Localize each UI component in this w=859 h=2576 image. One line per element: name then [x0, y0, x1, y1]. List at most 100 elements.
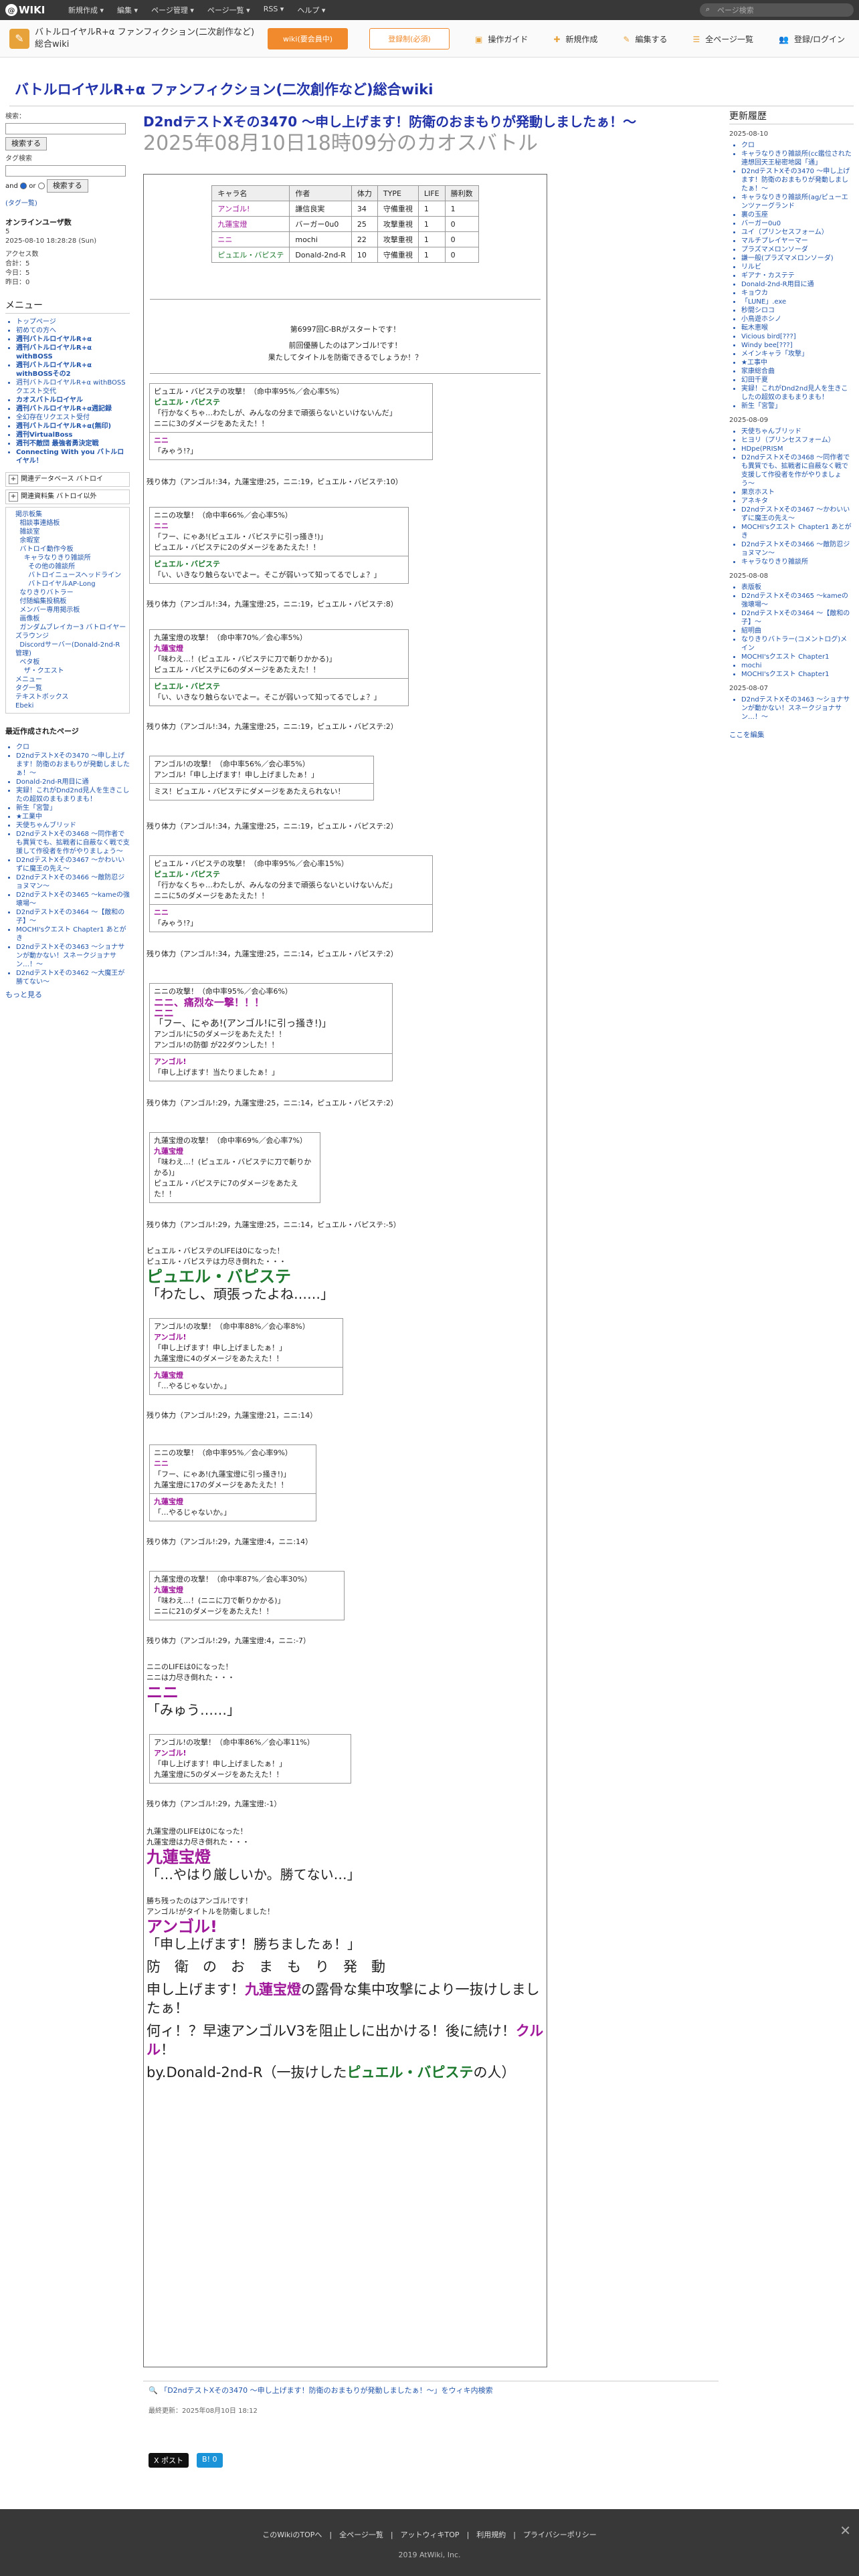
tree-item[interactable]: メンバー専用掲示板	[15, 606, 126, 615]
update-item[interactable]: 実録！これがDnd2nd見人を生きこしたの超奴のまもまりまも！	[741, 385, 854, 402]
edit-link[interactable]: ここを編集	[729, 731, 854, 740]
update-item[interactable]: ユイ（プリンセスフォーム）	[741, 228, 854, 237]
tag-search-input[interactable]	[5, 165, 126, 177]
tree-item[interactable]: 雑談室	[15, 528, 126, 536]
recent-item[interactable]: D2ndテストXその3465 〜kameの強壊場〜	[16, 891, 130, 908]
menu-page-list[interactable]: ページ一覧 ▾	[207, 5, 250, 15]
recent-item[interactable]: 天使ちゃんブリッド	[16, 821, 130, 830]
update-item[interactable]: バーガー0u0	[741, 219, 854, 228]
update-item[interactable]: D2ndテストXその3467 〜かわいいずに魔王の先え〜	[741, 506, 854, 523]
tree-item[interactable]: 相談事連絡板	[15, 519, 126, 528]
update-item[interactable]: 紹明曲	[741, 627, 854, 635]
update-item[interactable]: 「LUNE」.exe	[741, 298, 854, 306]
atwiki-logo[interactable]: @ WIKI	[0, 0, 59, 20]
more-link[interactable]: もっと見る	[5, 990, 130, 1000]
update-item[interactable]: 裏の玉座	[741, 211, 854, 219]
recent-item[interactable]: D2ndテストXその3464 〜【敵和の子】〜	[16, 908, 130, 926]
site-name[interactable]: バトルロイヤルR+α ファンフィクション(二次創作など)総合wiki	[35, 27, 256, 51]
recent-item[interactable]: D2ndテストXその3463 〜ショナサンが動かない！スネークジョナサン…！〜	[16, 943, 130, 969]
update-item[interactable]: なりきりバトラー(コメントログ)メイン	[741, 635, 854, 653]
tool-new[interactable]: ✚ 新規作成	[553, 33, 597, 45]
related2-toggle[interactable]: + 関連資料集 バトロイ以外	[5, 490, 130, 504]
update-item[interactable]: キャラなりきり雑談所	[741, 558, 854, 566]
menu-item[interactable]: 週刊不敵団 最強者勇決定戦	[16, 439, 130, 448]
recent-item[interactable]: D2ndテストXその3467 〜かわいいずに魔王の先え〜	[16, 856, 130, 873]
tool-edit[interactable]: ✎ 編集する	[623, 33, 667, 45]
tree-item[interactable]: ザ・クエスト	[15, 667, 126, 675]
tree-item[interactable]: バトロイ動作今板	[15, 545, 126, 554]
page-search-input[interactable]: ⌕ ページ検索	[700, 3, 854, 17]
site-title[interactable]: バトルロイヤルR+α ファンフィクション(二次創作など)総合wiki	[15, 79, 433, 99]
update-item[interactable]: MOCHI'sクエスト Chapter1	[741, 653, 854, 661]
tree-item[interactable]: キャラなりきり雑談所	[15, 554, 126, 562]
recent-item[interactable]: Donald-2nd-R用目に通	[16, 778, 130, 786]
tree-item[interactable]: メニュー	[15, 675, 126, 684]
recent-item[interactable]: ★工業中	[16, 813, 130, 821]
menu-new[interactable]: 新規作成 ▾	[68, 5, 104, 15]
menu-item[interactable]: 初めての方へ	[16, 326, 130, 335]
recent-item[interactable]: 新生「宮警」	[16, 804, 130, 813]
update-item[interactable]: D2ndテストXその3464 〜【敵和の子】〜	[741, 609, 854, 627]
tree-item[interactable]: テキストボックス	[15, 693, 126, 702]
update-item[interactable]: メインキャラ「攻撃」	[741, 350, 854, 358]
radio-and[interactable]	[20, 183, 27, 189]
tree-item[interactable]: バトロイヤルAP-Long	[15, 580, 126, 588]
update-item[interactable]: Windy bee[???]	[741, 341, 854, 350]
update-item[interactable]: 家康総合曲	[741, 367, 854, 376]
menu-rss[interactable]: RSS ▾	[264, 5, 284, 15]
tree-item[interactable]: 画像板	[15, 615, 126, 623]
update-item[interactable]: 表版板	[741, 583, 854, 592]
menu-item[interactable]: 週刊VirtualBoss	[16, 431, 130, 439]
site-icon[interactable]: ✎	[9, 29, 29, 49]
update-item[interactable]: キョウカ	[741, 289, 854, 298]
recent-item[interactable]: D2ndテストXその3470 〜申し上げます！防衛のおまもりが発動しましたぁ！〜	[16, 752, 130, 778]
update-item[interactable]: mochi	[741, 661, 854, 670]
menu-item[interactable]: Connecting With you バトルロイヤル！	[16, 448, 130, 465]
radio-or[interactable]	[37, 183, 45, 189]
update-item[interactable]: ギアナ・カステテ	[741, 272, 854, 280]
wiki-button[interactable]: wiki(要会員中)	[268, 28, 348, 49]
update-item[interactable]: 転木恵喉	[741, 324, 854, 332]
update-item[interactable]: Vicious bird[???]	[741, 332, 854, 341]
tag-search-button[interactable]: 検索する	[46, 179, 88, 193]
x-post-button[interactable]: X ポスト	[149, 2453, 189, 2468]
update-item[interactable]: アネキタ	[741, 497, 854, 506]
sidebar-search-button[interactable]: 検索する	[5, 137, 47, 150]
menu-item[interactable]: 週刊バトルロイヤルR+α withBOSSその2	[16, 361, 130, 379]
update-item[interactable]: HDpe(PRISM	[741, 445, 854, 453]
update-item[interactable]: D2ndテストXその3465 〜kameの強壊場〜	[741, 592, 854, 609]
update-item[interactable]: 新生「宮警」	[741, 402, 854, 411]
menu-item[interactable]: トップページ	[16, 318, 130, 326]
menu-item[interactable]: 週刊バトルロイヤルR+α withBOSSクエスト交代	[16, 379, 130, 396]
sidebar-search-input[interactable]	[5, 123, 126, 134]
recent-item[interactable]: 実録！これがDnd2nd見人を生きこしたの超奴のまもまりまも！	[16, 786, 130, 804]
tree-item[interactable]: 余暇室	[15, 536, 126, 545]
update-item[interactable]: 天使ちゃんブリッド	[741, 427, 854, 436]
tool-login[interactable]: 👥 登録/ログイン	[779, 33, 845, 45]
update-item[interactable]: 幻田千夏	[741, 376, 854, 385]
menu-item[interactable]: カオスバトルロイヤル	[16, 396, 130, 405]
update-item[interactable]: D2ndテストXその3463 〜ショナサンが動かない！スネークジョナサン…！〜	[741, 695, 854, 722]
update-item[interactable]: キャラなりきり雑談所(cc鑑位された連想回天王秘密地図「通」	[741, 150, 854, 167]
update-item[interactable]: 秒間シロコ	[741, 306, 854, 315]
tool-guide[interactable]: ▣ 操作ガイド	[475, 33, 528, 45]
recent-item[interactable]: クロ	[16, 743, 130, 752]
menu-item[interactable]: 全幻存在リクエスト受付	[16, 413, 130, 422]
tree-item[interactable]: Discordサーバー(Donald-2nd-R管理)	[15, 641, 126, 658]
menu-help[interactable]: ヘルプ ▾	[297, 5, 325, 15]
update-item[interactable]: プラズマメロンソーダ	[741, 245, 854, 254]
menu-item[interactable]: 週刊バトルロイヤルR+α withBOSS	[16, 344, 130, 361]
tree-item[interactable]: その他の雑談所	[15, 562, 126, 571]
update-item[interactable]: 謙一般(プラズマメロンソーダ)	[741, 254, 854, 263]
update-item[interactable]: D2ndテストXその3466 〜敵防忍ジョヌマン〜	[741, 540, 854, 558]
close-icon[interactable]: ✕	[840, 2523, 851, 2539]
tree-item[interactable]: 掲示板集	[15, 510, 126, 519]
update-item[interactable]: MOCHI'sクエスト Chapter1 あとがき	[741, 523, 854, 540]
hatena-bookmark-button[interactable]: B! 0	[197, 2453, 223, 2468]
menu-edit[interactable]: 編集 ▾	[117, 5, 138, 15]
update-item[interactable]: D2ndテストXその3470 〜申し上げます！防衛のおまもりが発動しましたぁ！〜	[741, 167, 854, 193]
recent-item[interactable]: D2ndテストXその3468 〜同作者でも異質でも、拡戦者に自蔽なく戦で支援して…	[16, 830, 130, 856]
tree-item[interactable]: なりきりバトラー	[15, 588, 126, 597]
tag-list-link[interactable]: (タグ一覧)	[5, 199, 130, 209]
update-item[interactable]: ★工事中	[741, 358, 854, 367]
